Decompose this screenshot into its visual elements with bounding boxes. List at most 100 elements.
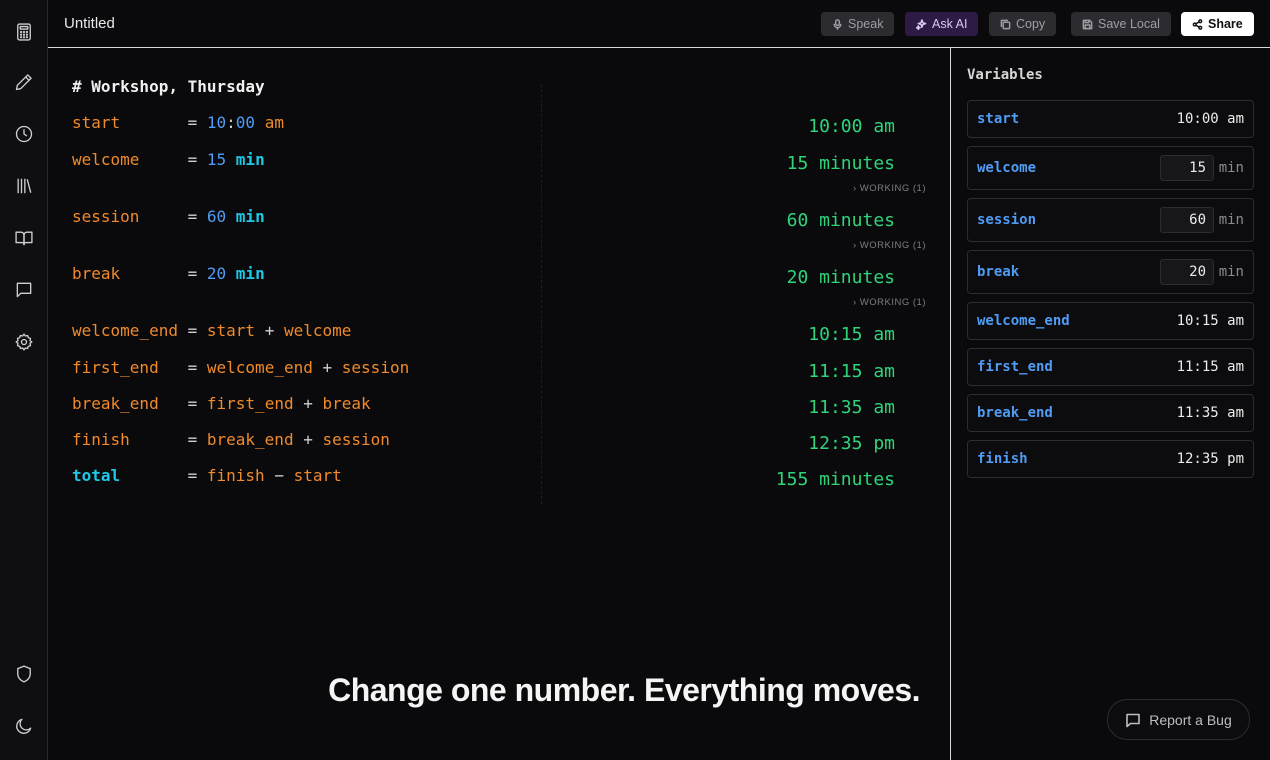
equals-sign: = — [187, 394, 198, 413]
variable-name: session — [977, 212, 1037, 228]
variables-panel: Variables start 10:00 am welcome min ses… — [950, 48, 1270, 760]
time-period: am — [264, 113, 284, 132]
break-input[interactable] — [1160, 259, 1214, 285]
document-title[interactable]: Untitled — [64, 15, 115, 32]
speak-button-label: Speak — [848, 17, 884, 31]
variable-value: 11:35 am — [1176, 405, 1244, 421]
time-colon: : — [226, 113, 236, 132]
result-session: 60 minutes — [786, 210, 895, 231]
heading-line: # Workshop, Thursday — [72, 77, 265, 96]
variable-card-session: session min — [967, 198, 1254, 242]
equals-sign: = — [187, 264, 198, 283]
working-toggle-break[interactable]: › WORKING (1) — [853, 297, 926, 308]
tagline: Change one number. Everything moves. — [328, 672, 920, 708]
operator: + — [303, 430, 313, 449]
number-value: 20 — [206, 264, 227, 283]
message-icon — [1126, 713, 1141, 727]
variable-name: break_end — [977, 405, 1053, 421]
variable-card-finish[interactable]: finish 12:35 pm — [967, 440, 1254, 478]
unit-label: min — [1218, 160, 1244, 176]
save-local-button[interactable]: Save Local — [1071, 12, 1171, 36]
variable-name: break — [977, 264, 1020, 280]
operator: + — [303, 394, 313, 413]
moon-icon[interactable] — [12, 714, 36, 738]
variable-name: first_end — [977, 359, 1053, 375]
line-break: break = 20 min — [72, 264, 265, 283]
result-first-end: 11:15 am — [808, 361, 895, 382]
result-break-end: 11:35 am — [808, 397, 895, 418]
result-finish: 12:35 pm — [808, 433, 895, 454]
number-value: 15 — [206, 150, 227, 169]
variable-name: welcome — [977, 160, 1037, 176]
line-session: session = 60 min — [72, 207, 265, 226]
working-label: WORKING (1) — [859, 240, 926, 251]
variable-name: welcome_end — [72, 321, 178, 340]
variable-name: start — [72, 113, 121, 132]
working-label: WORKING (1) — [859, 183, 926, 194]
gear-icon[interactable] — [12, 330, 36, 354]
chat-icon[interactable] — [12, 278, 36, 302]
variable-name: finish — [977, 451, 1028, 467]
unit-label: min — [235, 150, 265, 169]
session-input[interactable] — [1160, 207, 1214, 233]
variable-name: total — [72, 466, 121, 485]
variable-name: first_end — [72, 358, 159, 377]
clock-icon[interactable] — [12, 122, 36, 146]
top-bar: Untitled Speak Ask AI Copy Save Local Sh… — [48, 0, 1270, 48]
working-toggle-welcome[interactable]: › WORKING (1) — [853, 183, 926, 194]
working-toggle-session[interactable]: › WORKING (1) — [853, 240, 926, 251]
report-bug-label: Report a Bug — [1149, 711, 1232, 728]
result-start: 10:00 am — [808, 116, 895, 137]
copy-icon — [1000, 19, 1011, 29]
variable-value: 10:00 am — [1176, 111, 1244, 127]
result-welcome: 15 minutes — [786, 153, 895, 174]
variable-card-break-end[interactable]: break_end 11:35 am — [967, 394, 1254, 432]
operator: + — [264, 321, 275, 340]
operand: start — [293, 466, 342, 485]
unit-label: min — [1218, 212, 1244, 228]
library-icon[interactable] — [12, 174, 36, 198]
share-button-label: Share — [1208, 17, 1243, 31]
variables-title: Variables — [967, 67, 1043, 83]
variable-value: 11:15 am — [1176, 359, 1244, 375]
variable-card-first-end[interactable]: first_end 11:15 am — [967, 348, 1254, 386]
pencil-icon[interactable] — [12, 70, 36, 94]
variable-name: finish — [72, 430, 130, 449]
variable-name: session — [72, 207, 140, 226]
variable-name: break_end — [72, 394, 159, 413]
line-total: total = finish − start — [72, 466, 342, 485]
variable-card-start[interactable]: start 10:00 am — [967, 100, 1254, 138]
variable-name: welcome — [72, 150, 140, 169]
shield-icon[interactable] — [12, 662, 36, 686]
report-bug-button[interactable]: Report a Bug — [1107, 699, 1250, 740]
speak-button[interactable]: Speak — [821, 12, 895, 36]
microphone-icon — [833, 18, 842, 30]
operator: − — [274, 466, 284, 485]
operator: + — [322, 358, 333, 377]
copy-button-label: Copy — [1016, 17, 1046, 31]
equals-sign: = — [187, 150, 198, 169]
equals-sign: = — [187, 430, 198, 449]
variable-value: 12:35 pm — [1176, 451, 1244, 467]
book-icon[interactable] — [12, 226, 36, 250]
operand: first_end — [206, 394, 294, 413]
variable-card-welcome-end[interactable]: welcome_end 10:15 am — [967, 302, 1254, 340]
operand: welcome_end — [206, 358, 313, 377]
line-welcome: welcome = 15 min — [72, 150, 265, 169]
operand: break_end — [206, 430, 294, 449]
equals-sign: = — [187, 358, 198, 377]
share-button[interactable]: Share — [1181, 12, 1254, 36]
line-finish: finish = break_end + session — [72, 430, 390, 449]
welcome-input[interactable] — [1160, 155, 1214, 181]
ask-ai-button[interactable]: Ask AI — [905, 12, 979, 36]
sidebar — [0, 0, 48, 760]
result-break: 20 minutes — [786, 267, 895, 288]
variable-value: 10:15 am — [1176, 313, 1244, 329]
unit-label: min — [1218, 264, 1244, 280]
equals-sign: = — [187, 207, 198, 226]
copy-button[interactable]: Copy — [989, 12, 1057, 36]
operand: session — [322, 430, 390, 449]
calculator-icon[interactable] — [12, 20, 36, 44]
editor[interactable]: # Workshop, Thursday start = 10:00 am 10… — [48, 48, 950, 760]
unit-label: min — [235, 264, 265, 283]
